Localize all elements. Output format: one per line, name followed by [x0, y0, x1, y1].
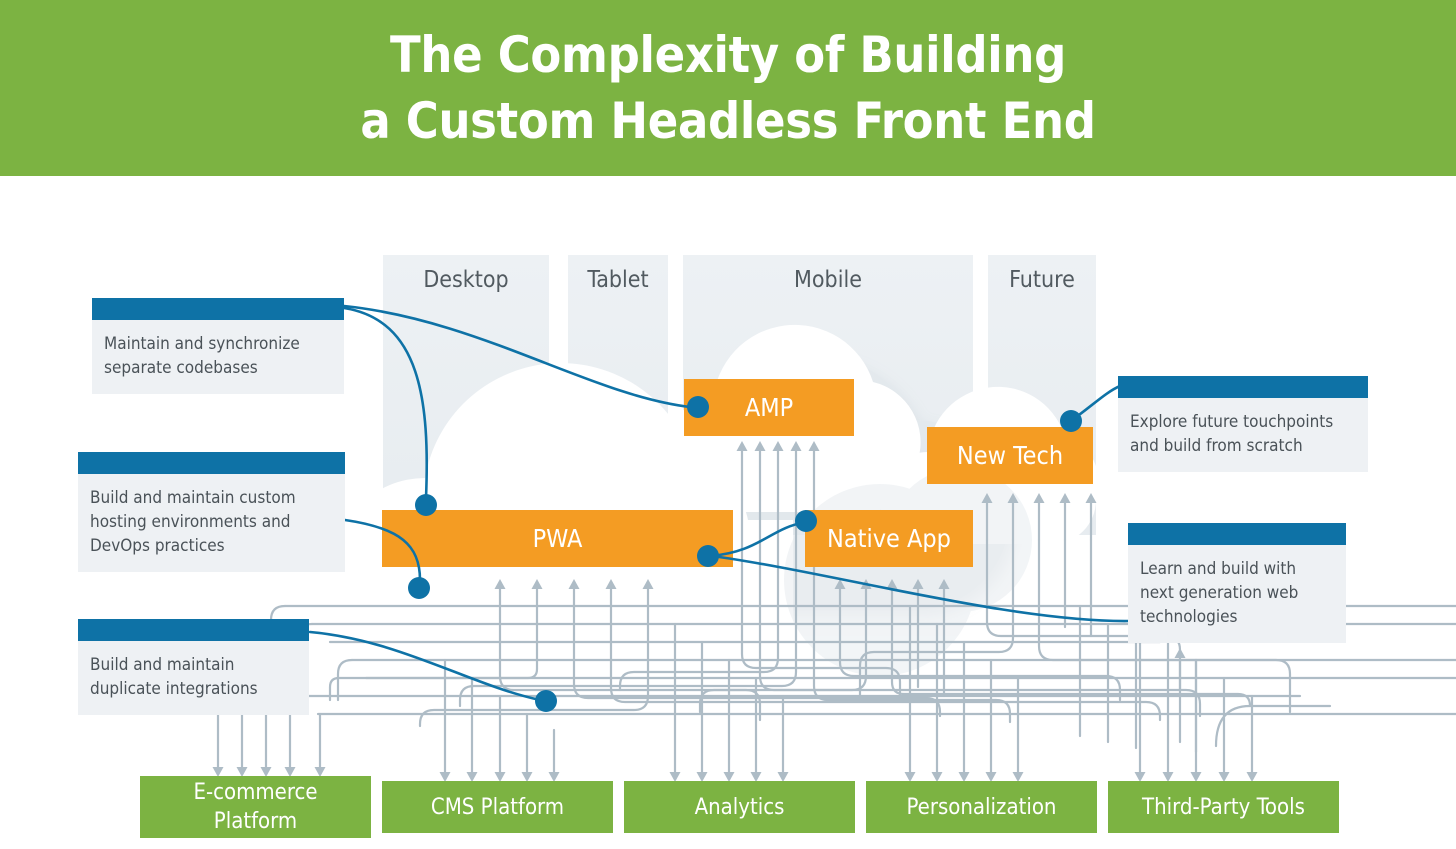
callout-accent-bar [92, 298, 344, 320]
callout-text: Learn and build with next generation web… [1128, 545, 1346, 643]
callout-maintain-sync: Maintain and synchronize separate codeba… [92, 298, 344, 394]
callout-text: Build and maintain custom hosting enviro… [78, 474, 345, 572]
leader-native-nextgen [710, 554, 1130, 623]
leader-duplicate-mesh [308, 630, 542, 702]
callout-accent-bar [78, 619, 309, 641]
callout-hosting-devops: Build and maintain custom hosting enviro… [78, 452, 345, 572]
leader-maintain-amp [342, 304, 692, 409]
diagram-canvas: The Complexity of Building a Custom Head… [0, 0, 1456, 849]
callout-next-gen-web: Learn and build with next generation web… [1128, 523, 1346, 643]
callout-text: Explore future touchpoints and build fro… [1118, 398, 1368, 472]
leader-hosting-pwa [343, 518, 422, 582]
callout-text: Build and maintain duplicate integration… [78, 641, 309, 715]
callout-accent-bar [1128, 523, 1346, 545]
leader-pwa-native [708, 520, 808, 558]
leader-maintain-pwa [342, 306, 429, 500]
callout-future-touchpoints: Explore future touchpoints and build fro… [1118, 376, 1368, 472]
callout-accent-bar [78, 452, 345, 474]
callout-text: Maintain and synchronize separate codeba… [92, 320, 344, 394]
leader-endpoint-dots [408, 396, 1082, 712]
callout-accent-bar [1118, 376, 1368, 398]
callout-duplicate-integrations: Build and maintain duplicate integration… [78, 619, 309, 715]
